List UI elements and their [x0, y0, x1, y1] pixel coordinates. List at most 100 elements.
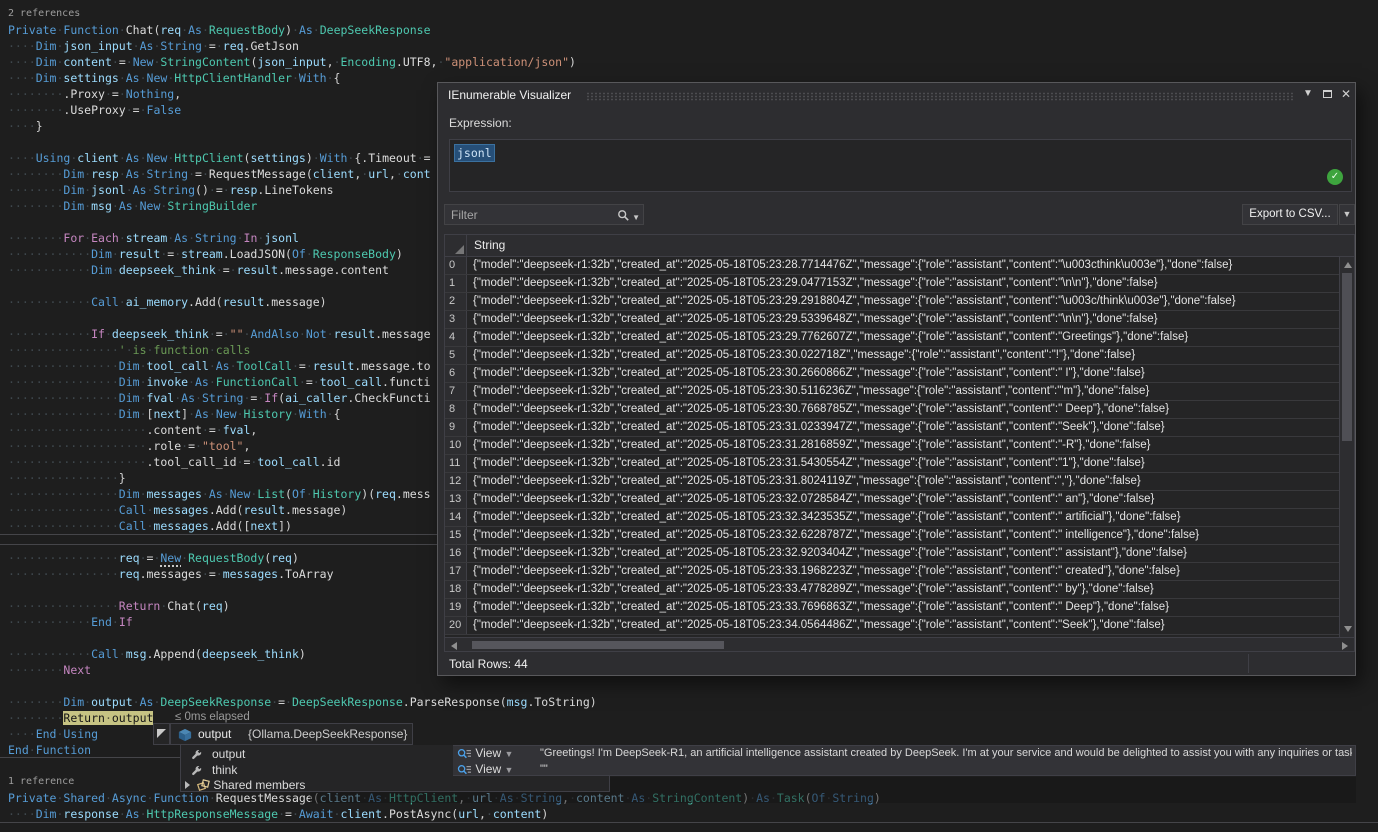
expression-input[interactable]: jsonl ✓ [449, 139, 1352, 192]
row-string-value[interactable]: {"model":"deepseek-r1:32b","created_at":… [473, 599, 1338, 616]
table-row[interactable]: 7 {"model":"deepseek-r1:32b","created_at"… [445, 383, 1354, 401]
shared-members-row[interactable]: Shared members [185, 778, 305, 792]
datatip-root-row[interactable]: output {Ollama.DeepSeekResponse} [170, 723, 413, 745]
horizontal-scrollbar[interactable] [445, 637, 1354, 651]
code-line: ····Dim·response·As·HttpResponseMessage·… [8, 806, 881, 822]
table-row[interactable]: 17 {"model":"deepseek-r1:32b","created_at… [445, 563, 1354, 581]
row-string-value[interactable]: {"model":"deepseek-r1:32b","created_at":… [473, 437, 1338, 454]
table-rows: 0 {"model":"deepseek-r1:32b","created_at"… [445, 257, 1354, 635]
expand-right-icon[interactable] [185, 781, 190, 789]
table-row[interactable]: 12 {"model":"deepseek-r1:32b","created_at… [445, 473, 1354, 491]
row-string-value[interactable]: {"model":"deepseek-r1:32b","created_at":… [473, 365, 1338, 382]
row-number[interactable]: 0 [445, 257, 467, 274]
horizontal-scroll-thumb[interactable] [472, 641, 724, 649]
row-number[interactable]: 11 [445, 455, 467, 472]
row-string-value[interactable]: {"model":"deepseek-r1:32b","created_at":… [473, 329, 1338, 346]
table-row[interactable]: 4 {"model":"deepseek-r1:32b","created_at"… [445, 329, 1354, 347]
expression-value[interactable]: jsonl [455, 145, 494, 161]
export-csv-button[interactable]: Export to CSV... [1242, 204, 1338, 225]
table-row[interactable]: 11 {"model":"deepseek-r1:32b","created_at… [445, 455, 1354, 473]
table-row[interactable]: 14 {"model":"deepseek-r1:32b","created_at… [445, 509, 1354, 527]
row-string-value[interactable]: {"model":"deepseek-r1:32b","created_at":… [473, 545, 1338, 562]
row-number[interactable]: 9 [445, 419, 467, 436]
search-icon[interactable]: ▼ [617, 207, 640, 225]
table-row[interactable]: 0 {"model":"deepseek-r1:32b","created_at"… [445, 257, 1354, 275]
row-number[interactable]: 18 [445, 581, 467, 598]
row-string-value[interactable]: {"model":"deepseek-r1:32b","created_at":… [473, 257, 1338, 274]
chevron-down-icon[interactable]: ▼ [630, 213, 640, 222]
datatip-expander[interactable] [153, 723, 170, 745]
table-row[interactable]: 2 {"model":"deepseek-r1:32b","created_at"… [445, 293, 1354, 311]
table-row[interactable]: 18 {"model":"deepseek-r1:32b","created_at… [445, 581, 1354, 599]
execution-highlight: Return·output [63, 711, 153, 725]
table-row[interactable]: 16 {"model":"deepseek-r1:32b","created_at… [445, 545, 1354, 563]
row-number[interactable]: 10 [445, 437, 467, 454]
row-string-value[interactable]: {"model":"deepseek-r1:32b","created_at":… [473, 383, 1338, 400]
close-icon[interactable]: ✕ [1338, 86, 1354, 102]
row-number[interactable]: 17 [445, 563, 467, 580]
table-header[interactable]: String [445, 235, 1354, 257]
row-string-value[interactable]: {"model":"deepseek-r1:32b","created_at":… [473, 473, 1338, 490]
table-row[interactable]: 19 {"model":"deepseek-r1:32b","created_at… [445, 599, 1354, 617]
row-string-value[interactable]: {"model":"deepseek-r1:32b","created_at":… [473, 455, 1338, 472]
row-string-value[interactable]: {"model":"deepseek-r1:32b","created_at":… [473, 419, 1338, 436]
table-row[interactable]: 10 {"model":"deepseek-r1:32b","created_at… [445, 437, 1354, 455]
scroll-down-icon[interactable] [1344, 626, 1352, 632]
row-number[interactable]: 3 [445, 311, 467, 328]
export-dropdown-icon[interactable]: ▼ [1339, 204, 1355, 225]
codelens-references[interactable]: 2 references [8, 6, 881, 22]
ide-screen: 2 referencesPrivate·Function·Chat(req·As… [0, 0, 1378, 832]
row-number[interactable]: 14 [445, 509, 467, 526]
total-rows-label: Total Rows: 44 [449, 657, 528, 671]
row-string-value[interactable]: {"model":"deepseek-r1:32b","created_at":… [473, 527, 1338, 544]
table-row[interactable]: 13 {"model":"deepseek-r1:32b","created_at… [445, 491, 1354, 509]
row-number[interactable]: 1 [445, 275, 467, 292]
vertical-scroll-thumb[interactable] [1342, 273, 1352, 441]
chevron-down-icon[interactable]: ▼ [1300, 86, 1316, 102]
row-string-value[interactable]: {"model":"deepseek-r1:32b","created_at":… [473, 275, 1338, 292]
row-number[interactable]: 13 [445, 491, 467, 508]
corner-triangle-icon [455, 245, 464, 254]
row-number[interactable]: 2 [445, 293, 467, 310]
view-button[interactable]: View ▼ [457, 746, 513, 760]
row-string-value[interactable]: {"model":"deepseek-r1:32b","created_at":… [473, 311, 1338, 328]
chevron-down-icon[interactable]: ▼ [504, 765, 513, 775]
row-number[interactable]: 7 [445, 383, 467, 400]
row-string-value[interactable]: {"model":"deepseek-r1:32b","created_at":… [473, 563, 1338, 580]
row-string-value[interactable]: {"model":"deepseek-r1:32b","created_at":… [473, 347, 1338, 364]
table-row[interactable]: 15 {"model":"deepseek-r1:32b","created_at… [445, 527, 1354, 545]
row-number[interactable]: 20 [445, 617, 467, 634]
table-row[interactable]: 5 {"model":"deepseek-r1:32b","created_at"… [445, 347, 1354, 365]
view-button[interactable]: View ▼ [457, 762, 513, 776]
table-row[interactable]: 20 {"model":"deepseek-r1:32b","created_at… [445, 617, 1354, 635]
table-row[interactable]: 1 {"model":"deepseek-r1:32b","created_at"… [445, 275, 1354, 293]
row-string-value[interactable]: {"model":"deepseek-r1:32b","created_at":… [473, 581, 1338, 598]
vertical-scrollbar[interactable] [1339, 257, 1354, 637]
table-row[interactable]: 9 {"model":"deepseek-r1:32b","created_at"… [445, 419, 1354, 437]
row-number[interactable]: 19 [445, 599, 467, 616]
dialog-drag-texture[interactable] [586, 92, 1293, 101]
row-number[interactable]: 12 [445, 473, 467, 490]
table-row[interactable]: 8 {"model":"deepseek-r1:32b","created_at"… [445, 401, 1354, 419]
row-string-value[interactable]: {"model":"deepseek-r1:32b","created_at":… [473, 617, 1338, 634]
maximize-icon[interactable] [1319, 86, 1335, 102]
row-string-value[interactable]: {"model":"deepseek-r1:32b","created_at":… [473, 293, 1338, 310]
row-number[interactable]: 15 [445, 527, 467, 544]
scroll-left-icon[interactable] [451, 642, 457, 650]
scroll-up-icon[interactable] [1344, 262, 1352, 268]
chevron-down-icon[interactable]: ▼ [504, 749, 513, 759]
select-all-corner[interactable] [445, 235, 467, 256]
row-number[interactable]: 16 [445, 545, 467, 562]
row-string-value[interactable]: {"model":"deepseek-r1:32b","created_at":… [473, 401, 1338, 418]
row-string-value[interactable]: {"model":"deepseek-r1:32b","created_at":… [473, 509, 1338, 526]
table-row[interactable]: 6 {"model":"deepseek-r1:32b","created_at"… [445, 365, 1354, 383]
row-number[interactable]: 6 [445, 365, 467, 382]
row-number[interactable]: 4 [445, 329, 467, 346]
row-number[interactable]: 8 [445, 401, 467, 418]
row-string-value[interactable]: {"model":"deepseek-r1:32b","created_at":… [473, 491, 1338, 508]
table-row[interactable]: 3 {"model":"deepseek-r1:32b","created_at"… [445, 311, 1354, 329]
scroll-right-icon[interactable] [1342, 642, 1348, 650]
row-number[interactable]: 5 [445, 347, 467, 364]
filter-input[interactable] [445, 205, 609, 224]
column-header-string[interactable]: String [474, 238, 505, 252]
